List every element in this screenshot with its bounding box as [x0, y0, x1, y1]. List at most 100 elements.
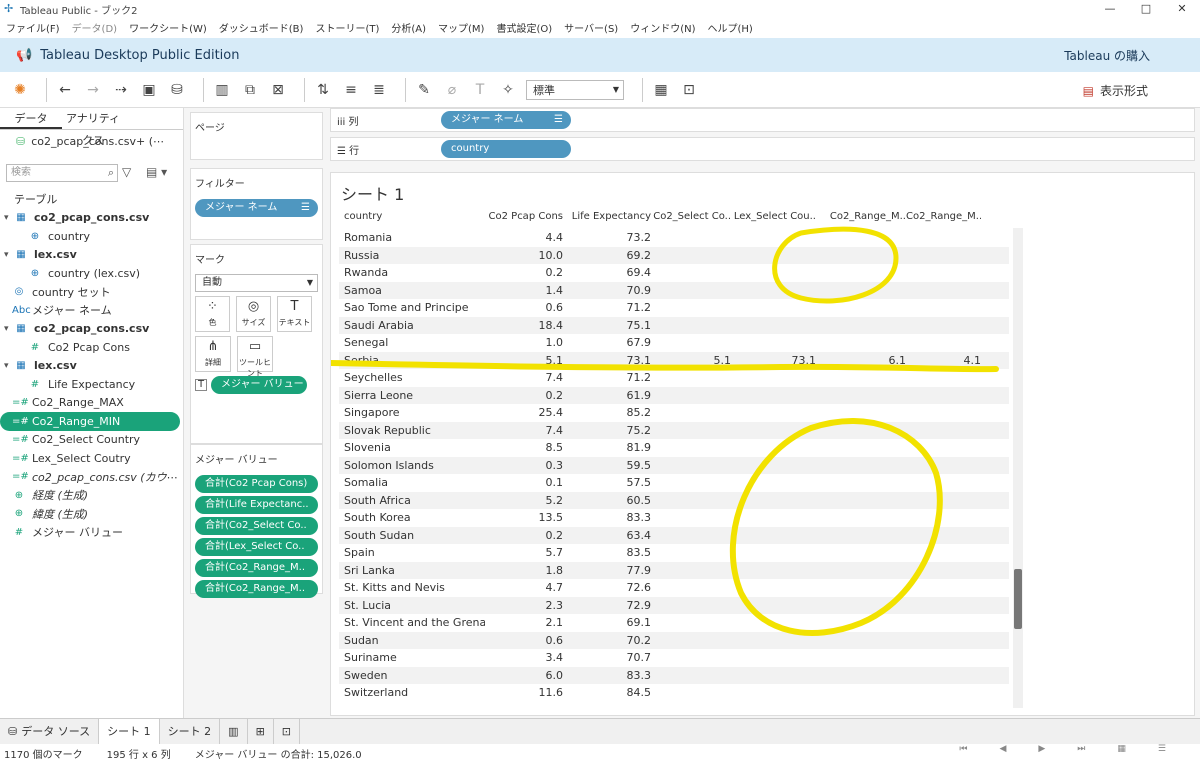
table-row[interactable]: St. Lucia 2.3 72.9	[339, 596, 1009, 614]
fit-select[interactable]: 標準 ▼	[526, 79, 624, 100]
column-header[interactable]: country	[339, 211, 485, 229]
table-row[interactable]: Slovak Republic 7.4 75.2	[339, 421, 1009, 439]
redo-icon[interactable]: →	[83, 80, 103, 100]
rows-pill-country[interactable]: country	[441, 140, 571, 158]
chevron-down-icon[interactable]: ▾	[4, 213, 14, 223]
grid-view-icon[interactable]: ▦	[1117, 744, 1126, 754]
column-header[interactable]: Co2_Range_M..	[906, 211, 981, 229]
table-row[interactable]: Senegal 1.0 67.9	[339, 334, 1009, 352]
tab-sheet-2[interactable]: シート 2	[160, 718, 221, 745]
field-item[interactable]: =# Co2_Select Country	[0, 431, 184, 450]
menu-window[interactable]: ウィンドウ(N)	[630, 20, 695, 35]
sort-ascending-icon[interactable]: ≡	[341, 80, 361, 100]
new-worksheet-tab-icon[interactable]: ▥	[220, 718, 248, 745]
view-options-icon[interactable]: ▤ ▾	[146, 165, 167, 179]
presentation-mode-icon[interactable]: ⊡	[679, 80, 699, 100]
table-row[interactable]: South Africa 5.2 60.5	[339, 491, 1009, 509]
table-row[interactable]: Romania 4.4 73.2	[339, 229, 1009, 247]
table-row[interactable]: Saudi Arabia 18.4 75.1	[339, 316, 1009, 334]
table-row[interactable]: Solomon Islands 0.3 59.5	[339, 456, 1009, 474]
field-item[interactable]: ◎ country セット	[0, 283, 184, 302]
menu-help[interactable]: ヘルプ(H)	[708, 20, 753, 35]
size-button[interactable]: ◎ サイズ	[236, 296, 271, 332]
menu-analysis[interactable]: 分析(A)	[391, 20, 426, 35]
table-row[interactable]: Sweden 6.0 83.3	[339, 666, 1009, 684]
measure-value-pill[interactable]: 合計(Co2_Range_M..	[195, 559, 318, 577]
rows-shelf[interactable]: ☰ 行 country	[330, 137, 1195, 161]
field-item[interactable]: ▾ ▦ lex.csv	[0, 246, 184, 265]
menu-format[interactable]: 書式設定(O)	[496, 20, 552, 35]
filters-card[interactable]: フィルター メジャー ネーム ☰	[190, 168, 323, 240]
show-me-button[interactable]: ▤ 表示形式	[1083, 82, 1148, 99]
tab-analytics[interactable]: アナリティクス	[62, 108, 124, 147]
field-item[interactable]: ▾ ▦ co2_pcap_cons.csv	[0, 320, 184, 339]
new-worksheet-icon[interactable]: ▥	[212, 80, 232, 100]
table-row[interactable]: Switzerland 11.6 84.5	[339, 684, 1009, 702]
table-row[interactable]: Sao Tome and Principe 0.6 71.2	[339, 299, 1009, 317]
save-icon[interactable]: ▣	[139, 80, 159, 100]
table-row[interactable]: Sri Lanka 1.8 77.9	[339, 561, 1009, 579]
measure-value-pill[interactable]: 合計(Lex_Select Co..	[195, 538, 318, 556]
filter-pill-measure-names[interactable]: メジャー ネーム ☰	[195, 199, 318, 217]
field-item[interactable]: =# Co2_Range_MAX	[0, 394, 184, 413]
buy-tableau-link[interactable]: Tableau の購入	[1064, 47, 1150, 64]
column-header[interactable]: Life Expectancy	[563, 211, 651, 229]
table-row[interactable]: Sierra Leone 0.2 61.9	[339, 386, 1009, 404]
measure-value-pill[interactable]: 合計(Co2_Range_M..	[195, 580, 318, 598]
table-row[interactable]: South Korea 13.5 83.3	[339, 509, 1009, 527]
chevron-down-icon[interactable]: ▾	[4, 361, 14, 371]
menu-server[interactable]: サーバー(S)	[564, 20, 618, 35]
column-header[interactable]: Co2 Pcap Cons	[485, 211, 563, 229]
field-item[interactable]: ⊕ country (lex.csv)	[0, 264, 184, 283]
table-row[interactable]: St. Kitts and Nevis 4.7 72.6	[339, 579, 1009, 597]
new-dashboard-tab-icon[interactable]: ⊞	[248, 718, 274, 745]
table-row[interactable]: Serbia 5.1 73.1 5.1 73.1 6.1 4.1	[339, 351, 1009, 369]
field-item[interactable]: ⊕ 緯度 (生成)	[0, 505, 184, 524]
field-item[interactable]: =# Lex_Select Coutry	[0, 449, 184, 468]
duplicate-sheet-icon[interactable]: ⧉	[240, 80, 260, 100]
list-view-icon[interactable]: ☰	[1158, 744, 1166, 754]
prev-icon[interactable]: ◀	[999, 744, 1006, 754]
column-header[interactable]: Co2_Select Co..	[651, 211, 731, 229]
table-row[interactable]: Suriname 3.4 70.7	[339, 649, 1009, 667]
column-header[interactable]: Lex_Select Cou..	[731, 211, 816, 229]
table-row[interactable]: Russia 10.0 69.2	[339, 246, 1009, 264]
measure-value-pill[interactable]: 合計(Life Expectanc..	[195, 496, 318, 514]
field-item[interactable]: ⊕ 経度 (生成)	[0, 486, 184, 505]
filter-icon[interactable]: ▽	[122, 165, 131, 179]
column-header[interactable]: Co2_Range_M..	[816, 211, 906, 229]
last-icon[interactable]: ⏭	[1077, 744, 1085, 754]
field-item[interactable]: # メジャー バリュー	[0, 523, 184, 542]
field-item[interactable]: Abc メジャー ネーム	[0, 301, 184, 320]
table-row[interactable]: Sudan 0.6 70.2	[339, 631, 1009, 649]
tab-sheet-1[interactable]: シート 1	[99, 718, 160, 745]
replay-icon[interactable]: ⇢	[111, 80, 131, 100]
text-pill-measure-values[interactable]: メジャー バリュー	[211, 376, 307, 394]
text-button[interactable]: T テキスト	[277, 296, 312, 332]
tableau-home-icon[interactable]: ✺	[10, 80, 30, 100]
clear-sheet-icon[interactable]: ⊠	[268, 80, 288, 100]
columns-shelf[interactable]: iii 列 メジャー ネーム ☰	[330, 108, 1195, 132]
table-row[interactable]: Samoa 1.4 70.9	[339, 281, 1009, 299]
menu-file[interactable]: ファイル(F)	[6, 20, 60, 35]
show-cards-icon[interactable]: ▦	[651, 80, 671, 100]
field-item[interactable]: # Life Expectancy	[0, 375, 184, 394]
minimize-icon[interactable]: —	[1092, 0, 1128, 18]
tab-data[interactable]: データ	[0, 108, 62, 129]
table-row[interactable]: Singapore 25.4 85.2	[339, 404, 1009, 422]
first-icon[interactable]: ⏮	[959, 744, 967, 754]
field-item[interactable]: =# co2_pcap_cons.csv (カウ⋯	[0, 468, 184, 487]
undo-icon[interactable]: ←	[55, 80, 75, 100]
table-row[interactable]: Spain 5.7 83.5	[339, 544, 1009, 562]
pages-card[interactable]: ページ	[190, 112, 323, 160]
highlight-icon[interactable]: ✎	[414, 80, 434, 100]
group-icon[interactable]: ⌀	[442, 80, 462, 100]
table-row[interactable]: Somalia 0.1 57.5	[339, 474, 1009, 492]
table-row[interactable]: South Sudan 0.2 63.4	[339, 526, 1009, 544]
chevron-down-icon[interactable]: ▾	[4, 250, 14, 260]
swap-icon[interactable]: ⇅	[313, 80, 333, 100]
close-icon[interactable]: ✕	[1164, 0, 1200, 18]
detail-button[interactable]: ⋔ 詳細	[195, 336, 231, 372]
menu-data[interactable]: データ(D)	[72, 20, 118, 35]
table-row[interactable]: Slovenia 8.5 81.9	[339, 439, 1009, 457]
